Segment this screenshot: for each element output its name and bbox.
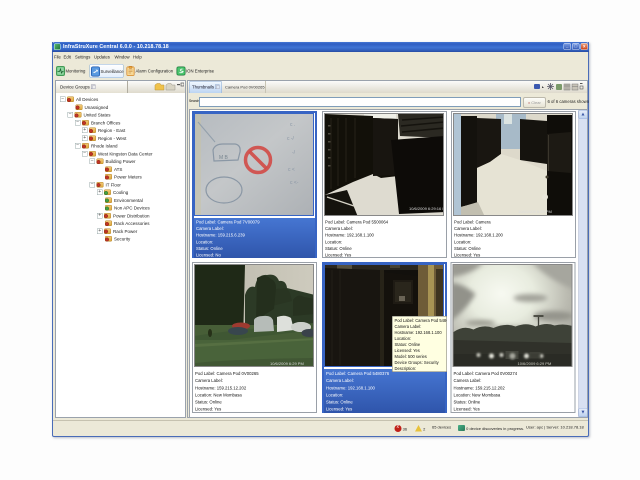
svg-text:M B: M B (219, 155, 229, 161)
svg-text:10/6/2009 6:29:16 PM: 10/6/2009 6:29:16 PM (409, 206, 444, 211)
svg-text:c <: c < (288, 167, 295, 173)
svg-text:10/6/2009 6:29 PM: 10/6/2009 6:29 PM (518, 209, 552, 214)
svg-text:c .: c . (290, 122, 295, 128)
svg-text:10/6/2009 6:29 PM: 10/6/2009 6:29 PM (518, 361, 552, 366)
svg-text:10/6/2009 6:29 PM: 10/6/2009 6:29 PM (270, 361, 304, 366)
svg-text:c <-: c <- (290, 180, 299, 186)
svg-text:c -/: c -/ (287, 136, 295, 142)
